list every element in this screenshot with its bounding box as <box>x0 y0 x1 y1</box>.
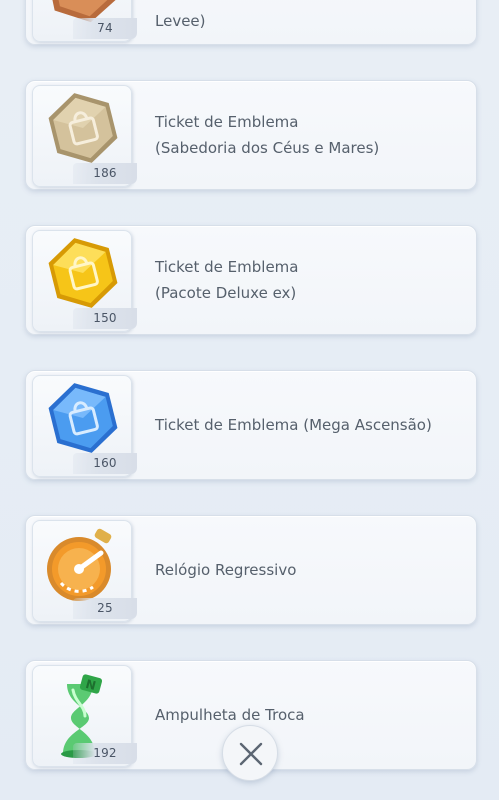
item-list: 74 Levee) 186 Ticket de Emblema (Sabedor… <box>0 0 499 800</box>
item-title: Ampulheta de Troca <box>155 706 305 724</box>
item-quantity: 74 <box>73 18 137 39</box>
item-thumbnail: N 192 <box>32 665 137 767</box>
item-title: Ticket de Emblema (Sabedoria dos Céus e … <box>155 113 380 157</box>
list-item[interactable]: 160 Ticket de Emblema (Mega Ascensão) <box>25 370 477 480</box>
emblem-ticket-gold-icon <box>48 238 118 308</box>
list-item[interactable]: 25 Relógio Regressivo <box>25 515 477 625</box>
item-thumbnail: 74 <box>32 0 137 42</box>
item-quantity: 192 <box>73 743 137 764</box>
emblem-ticket-blue-icon <box>48 383 118 453</box>
list-item[interactable]: 150 Ticket de Emblema (Pacote Deluxe ex) <box>25 225 477 335</box>
emblem-ticket-beige-icon <box>48 93 118 163</box>
item-title: Levee) <box>155 12 206 30</box>
item-thumbnail: 186 <box>32 85 137 187</box>
close-button[interactable] <box>222 725 278 781</box>
item-quantity: 160 <box>73 453 137 474</box>
item-thumbnail: 150 <box>32 230 137 332</box>
item-title: Ticket de Emblema (Mega Ascensão) <box>155 416 432 434</box>
item-quantity: 186 <box>73 163 137 184</box>
item-thumbnail: 25 <box>32 520 137 622</box>
item-thumbnail: 160 <box>32 375 137 477</box>
list-item[interactable]: 186 Ticket de Emblema (Sabedoria dos Céu… <box>25 80 477 190</box>
item-quantity: 25 <box>73 598 137 619</box>
stopwatch-icon <box>47 528 112 601</box>
close-icon <box>239 742 263 766</box>
item-title: Ticket de Emblema (Pacote Deluxe ex) <box>155 258 299 302</box>
list-item[interactable]: 74 Levee) <box>25 0 477 45</box>
item-quantity: 150 <box>73 308 137 329</box>
item-title: Relógio Regressivo <box>155 561 297 579</box>
